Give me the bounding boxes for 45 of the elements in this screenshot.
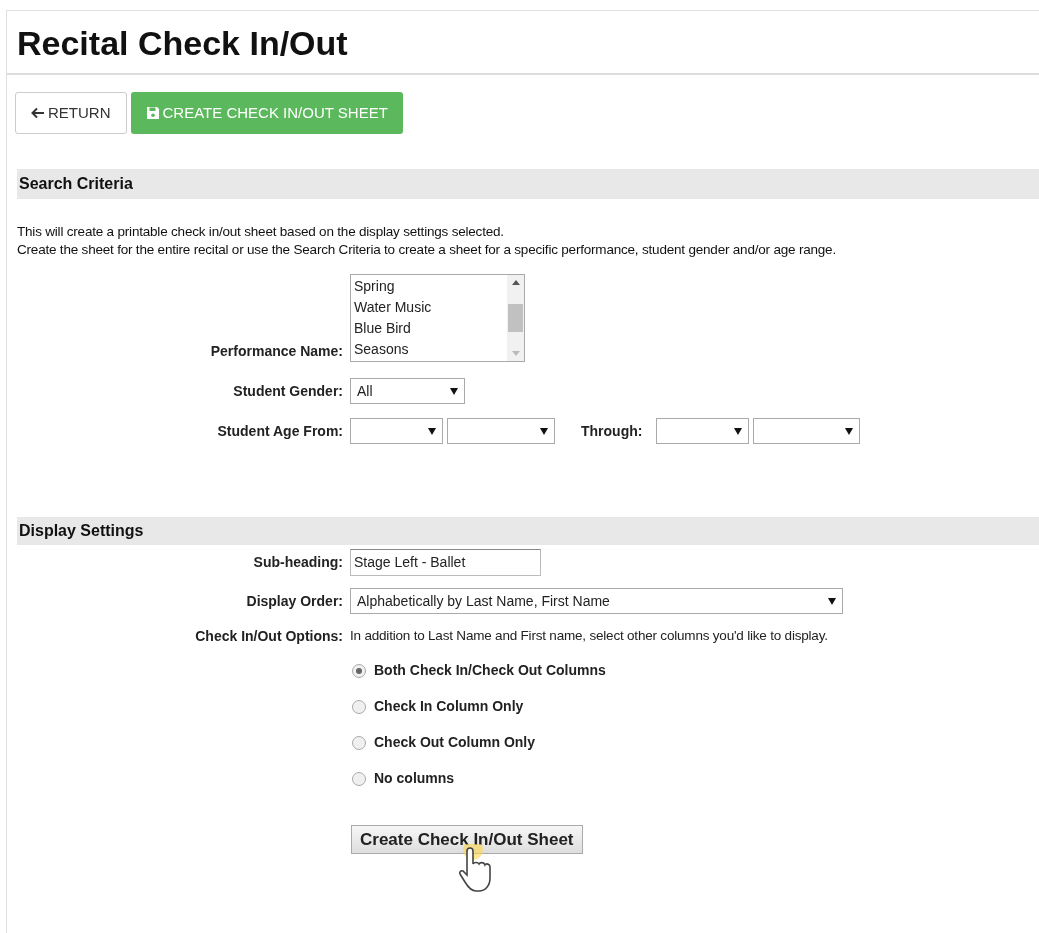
field-label: Sub-heading: xyxy=(252,553,344,572)
section-heading: Search Criteria xyxy=(17,169,1039,199)
list-option[interactable]: Blue Bird xyxy=(354,318,507,339)
section-heading: Display Settings xyxy=(17,517,1039,545)
caret-icon xyxy=(450,387,458,395)
scrollbar[interactable] xyxy=(507,275,524,361)
radio-option[interactable]: Check In Column Only xyxy=(352,696,1039,717)
field-label: Performance Name: xyxy=(209,342,344,361)
caret-icon xyxy=(540,427,548,435)
caret-icon xyxy=(428,427,436,435)
field-label: Student Age From: xyxy=(216,421,344,441)
radio-button[interactable] xyxy=(352,735,366,750)
performance-list[interactable]: Spring Water Music Blue Bird Seasons xyxy=(350,274,525,362)
age-select[interactable] xyxy=(656,418,750,444)
field-label: Through: xyxy=(580,421,644,441)
list-option[interactable]: Water Music xyxy=(354,297,507,318)
submit-button[interactable]: Create Check In/Out Sheet xyxy=(351,825,583,854)
return-button[interactable]: RETURN xyxy=(15,92,127,134)
age-select[interactable] xyxy=(350,418,443,444)
age-select[interactable] xyxy=(753,418,861,444)
caret-icon xyxy=(828,597,836,605)
list-option[interactable]: Spring xyxy=(354,276,507,297)
caret-icon xyxy=(734,427,743,435)
field-label: Check In/Out Options: xyxy=(194,627,344,646)
radio-button[interactable] xyxy=(352,663,366,678)
radio-option[interactable]: No columns xyxy=(352,768,1039,789)
age-select[interactable] xyxy=(447,418,555,444)
sub-heading-field[interactable]: Stage Left - Ballet xyxy=(350,549,541,576)
arrow-left-icon xyxy=(31,107,45,119)
caret-icon xyxy=(845,427,854,435)
field-label: Display Order: xyxy=(245,591,344,611)
scroll-down-icon[interactable] xyxy=(511,351,520,356)
radio-button[interactable] xyxy=(352,771,366,786)
options-hint: In addition to Last Name and First name, select other columns you'd like to display. xyxy=(350,627,828,646)
page-title: Recital Check In/Out xyxy=(17,23,349,63)
description-text: Create the sheet for the entire recital or use the Search Criteria to create a sheet for a specific performance, student gender and/or age range. xyxy=(17,241,837,259)
radio-option[interactable]: Both Check In/Check Out Columns xyxy=(352,660,1039,681)
gender-select[interactable]: All xyxy=(350,378,465,404)
field-label: Student Gender: xyxy=(232,381,344,401)
list-option[interactable]: Seasons xyxy=(354,339,507,360)
scroll-up-icon[interactable] xyxy=(511,280,520,285)
display-order-select[interactable]: Alphabetically by Last Name, First Name xyxy=(350,588,843,614)
radio-button[interactable] xyxy=(352,699,366,714)
description-text: This will create a printable check in/out sheet based on the display settings selected. xyxy=(17,223,505,241)
radio-option[interactable]: Check Out Column Only xyxy=(352,732,1039,753)
